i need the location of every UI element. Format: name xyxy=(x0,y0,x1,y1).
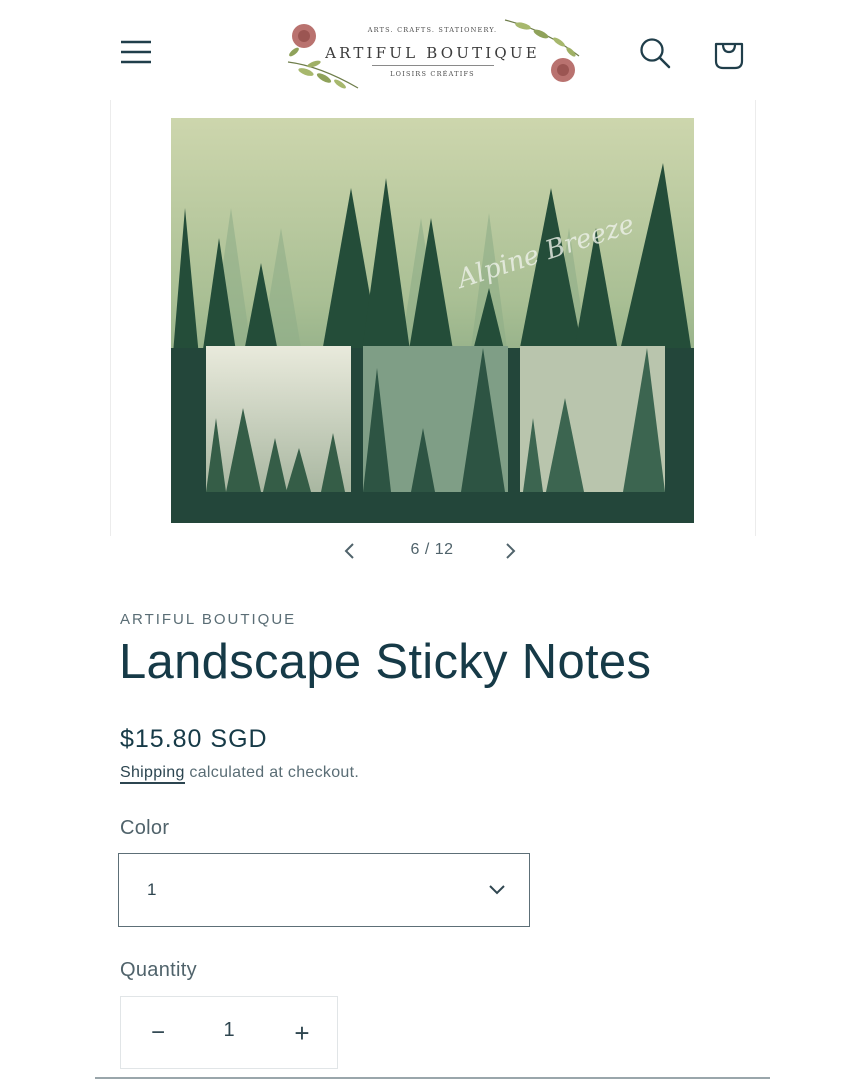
gallery-next-button[interactable] xyxy=(500,537,524,565)
forest-photo: Alpine Breeze xyxy=(171,118,694,523)
minus-icon: − xyxy=(150,1019,165,1046)
chevron-down-icon xyxy=(489,885,505,895)
hamburger-menu-icon xyxy=(121,40,151,64)
color-label: Color xyxy=(120,817,170,839)
shipping-link[interactable]: Shipping xyxy=(120,764,185,784)
gallery-prev-button[interactable] xyxy=(340,537,364,565)
quantity-label: Quantity xyxy=(120,959,197,981)
product-image[interactable]: Alpine Breeze xyxy=(171,118,694,523)
gallery-counter: 6 / 12 xyxy=(410,541,454,558)
logo-name: ARTIFUL BOUTIQUE xyxy=(325,44,540,62)
shipping-note: Shipping calculated at checkout. xyxy=(120,764,360,784)
shipping-text: calculated at checkout. xyxy=(184,764,360,781)
chevron-left-icon xyxy=(344,543,354,559)
store-logo[interactable]: ARTS. CRAFTS. STATIONERY. ARTIFUL BOUTIQ… xyxy=(280,14,585,92)
logo-rule xyxy=(372,65,494,66)
color-select-value: 1 xyxy=(147,880,157,899)
divider xyxy=(95,1077,770,1079)
quantity-increase-button[interactable]: + xyxy=(279,1011,325,1055)
logo-tagline-top: ARTS. CRAFTS. STATIONERY. xyxy=(367,26,498,34)
logo-tagline-bottom: LOISIRS CRÉATIFS xyxy=(390,70,475,78)
search-button[interactable] xyxy=(634,32,676,74)
quantity-decrease-button[interactable]: − xyxy=(135,1011,181,1055)
search-icon xyxy=(640,38,671,69)
quantity-input[interactable] xyxy=(201,1019,257,1042)
cart-button[interactable] xyxy=(707,32,751,74)
product-price: $15.80 SGD xyxy=(120,725,268,753)
quantity-stepper: − + xyxy=(120,996,338,1069)
shopping-bag-icon xyxy=(714,42,744,70)
product-vendor: ARTIFUL BOUTIQUE xyxy=(120,611,297,628)
product-title: Landscape Sticky Notes xyxy=(119,635,652,689)
plus-icon: + xyxy=(294,1017,310,1048)
color-select[interactable]: 1 xyxy=(118,853,530,927)
menu-button[interactable] xyxy=(116,32,156,72)
chevron-right-icon xyxy=(506,543,516,559)
